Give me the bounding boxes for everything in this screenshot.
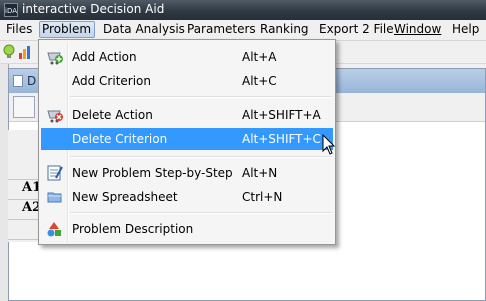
menu-ranking[interactable]: Ranking (258, 21, 311, 38)
menu-item-label: New Spreadsheet (72, 190, 178, 204)
menu-item-shortcut: Alt+C (242, 74, 277, 88)
menu-item-new-spreadsheet[interactable]: New Spreadsheet Ctrl+N (41, 186, 333, 208)
menu-item-shortcut: Alt+N (242, 166, 278, 180)
menu-separator (70, 96, 332, 98)
menu-data-analysis[interactable]: Data Analysis (101, 21, 187, 38)
menu-item-shortcut: Alt+SHIFT+C (242, 132, 321, 146)
menu-item-label: Problem Description (72, 222, 194, 236)
add-action-icon (47, 52, 63, 65)
menu-export[interactable]: Export 2 File (317, 21, 396, 38)
menu-window[interactable]: Window (392, 21, 443, 38)
menu-item-label: Add Criterion (72, 74, 151, 88)
menu-item-label: New Problem Step-by-Step (72, 166, 233, 180)
menu-item-shortcut: Ctrl+N (242, 190, 283, 204)
window-title: interactive Decision Aid (22, 2, 165, 16)
folder-icon (47, 192, 62, 203)
menu-item-shortcut: Alt+SHIFT+A (242, 108, 321, 122)
menu-parameters[interactable]: Parameters (185, 21, 258, 38)
menu-item-label: Delete Criterion (72, 132, 168, 146)
shapes-icon (47, 222, 61, 237)
problem-menu-dropdown: Add Action Alt+A Add Criterion Alt+C Del… (38, 39, 336, 245)
step-by-step-icon (47, 165, 63, 181)
menu-item-delete-criterion[interactable]: Delete Criterion Alt+SHIFT+C (41, 128, 333, 150)
bulb-icon[interactable] (2, 44, 16, 60)
menu-help[interactable]: Help (450, 21, 481, 38)
menu-item-add-criterion[interactable]: Add Criterion Alt+C (41, 70, 333, 92)
edit-button[interactable] (13, 96, 35, 118)
menu-files[interactable]: Files (4, 21, 34, 38)
menu-item-add-action[interactable]: Add Action Alt+A (41, 46, 333, 68)
document-frame-title: D (27, 74, 37, 88)
title-bar: iDA interactive Decision Aid (0, 0, 486, 20)
document-icon (13, 75, 23, 87)
menu-problem[interactable]: Problem (39, 21, 95, 38)
mouse-cursor-icon (322, 134, 336, 155)
menu-item-shortcut: Alt+A (242, 50, 277, 64)
menu-bar: Files Problem Data Analysis Parameters R… (0, 20, 486, 41)
menu-item-problem-description[interactable]: Problem Description (41, 218, 333, 240)
menu-item-new-problem-step-by-step[interactable]: New Problem Step-by-Step Alt+N (41, 162, 333, 184)
menu-item-label: Delete Action (72, 108, 153, 122)
menu-separator (70, 212, 332, 214)
menu-item-delete-action[interactable]: Delete Action Alt+SHIFT+A (41, 104, 333, 126)
menu-item-label: Add Action (72, 50, 137, 64)
app-icon: iDA (4, 3, 18, 17)
bar-chart-icon[interactable] (18, 44, 32, 60)
delete-action-icon (47, 110, 63, 123)
menu-separator (70, 156, 332, 158)
